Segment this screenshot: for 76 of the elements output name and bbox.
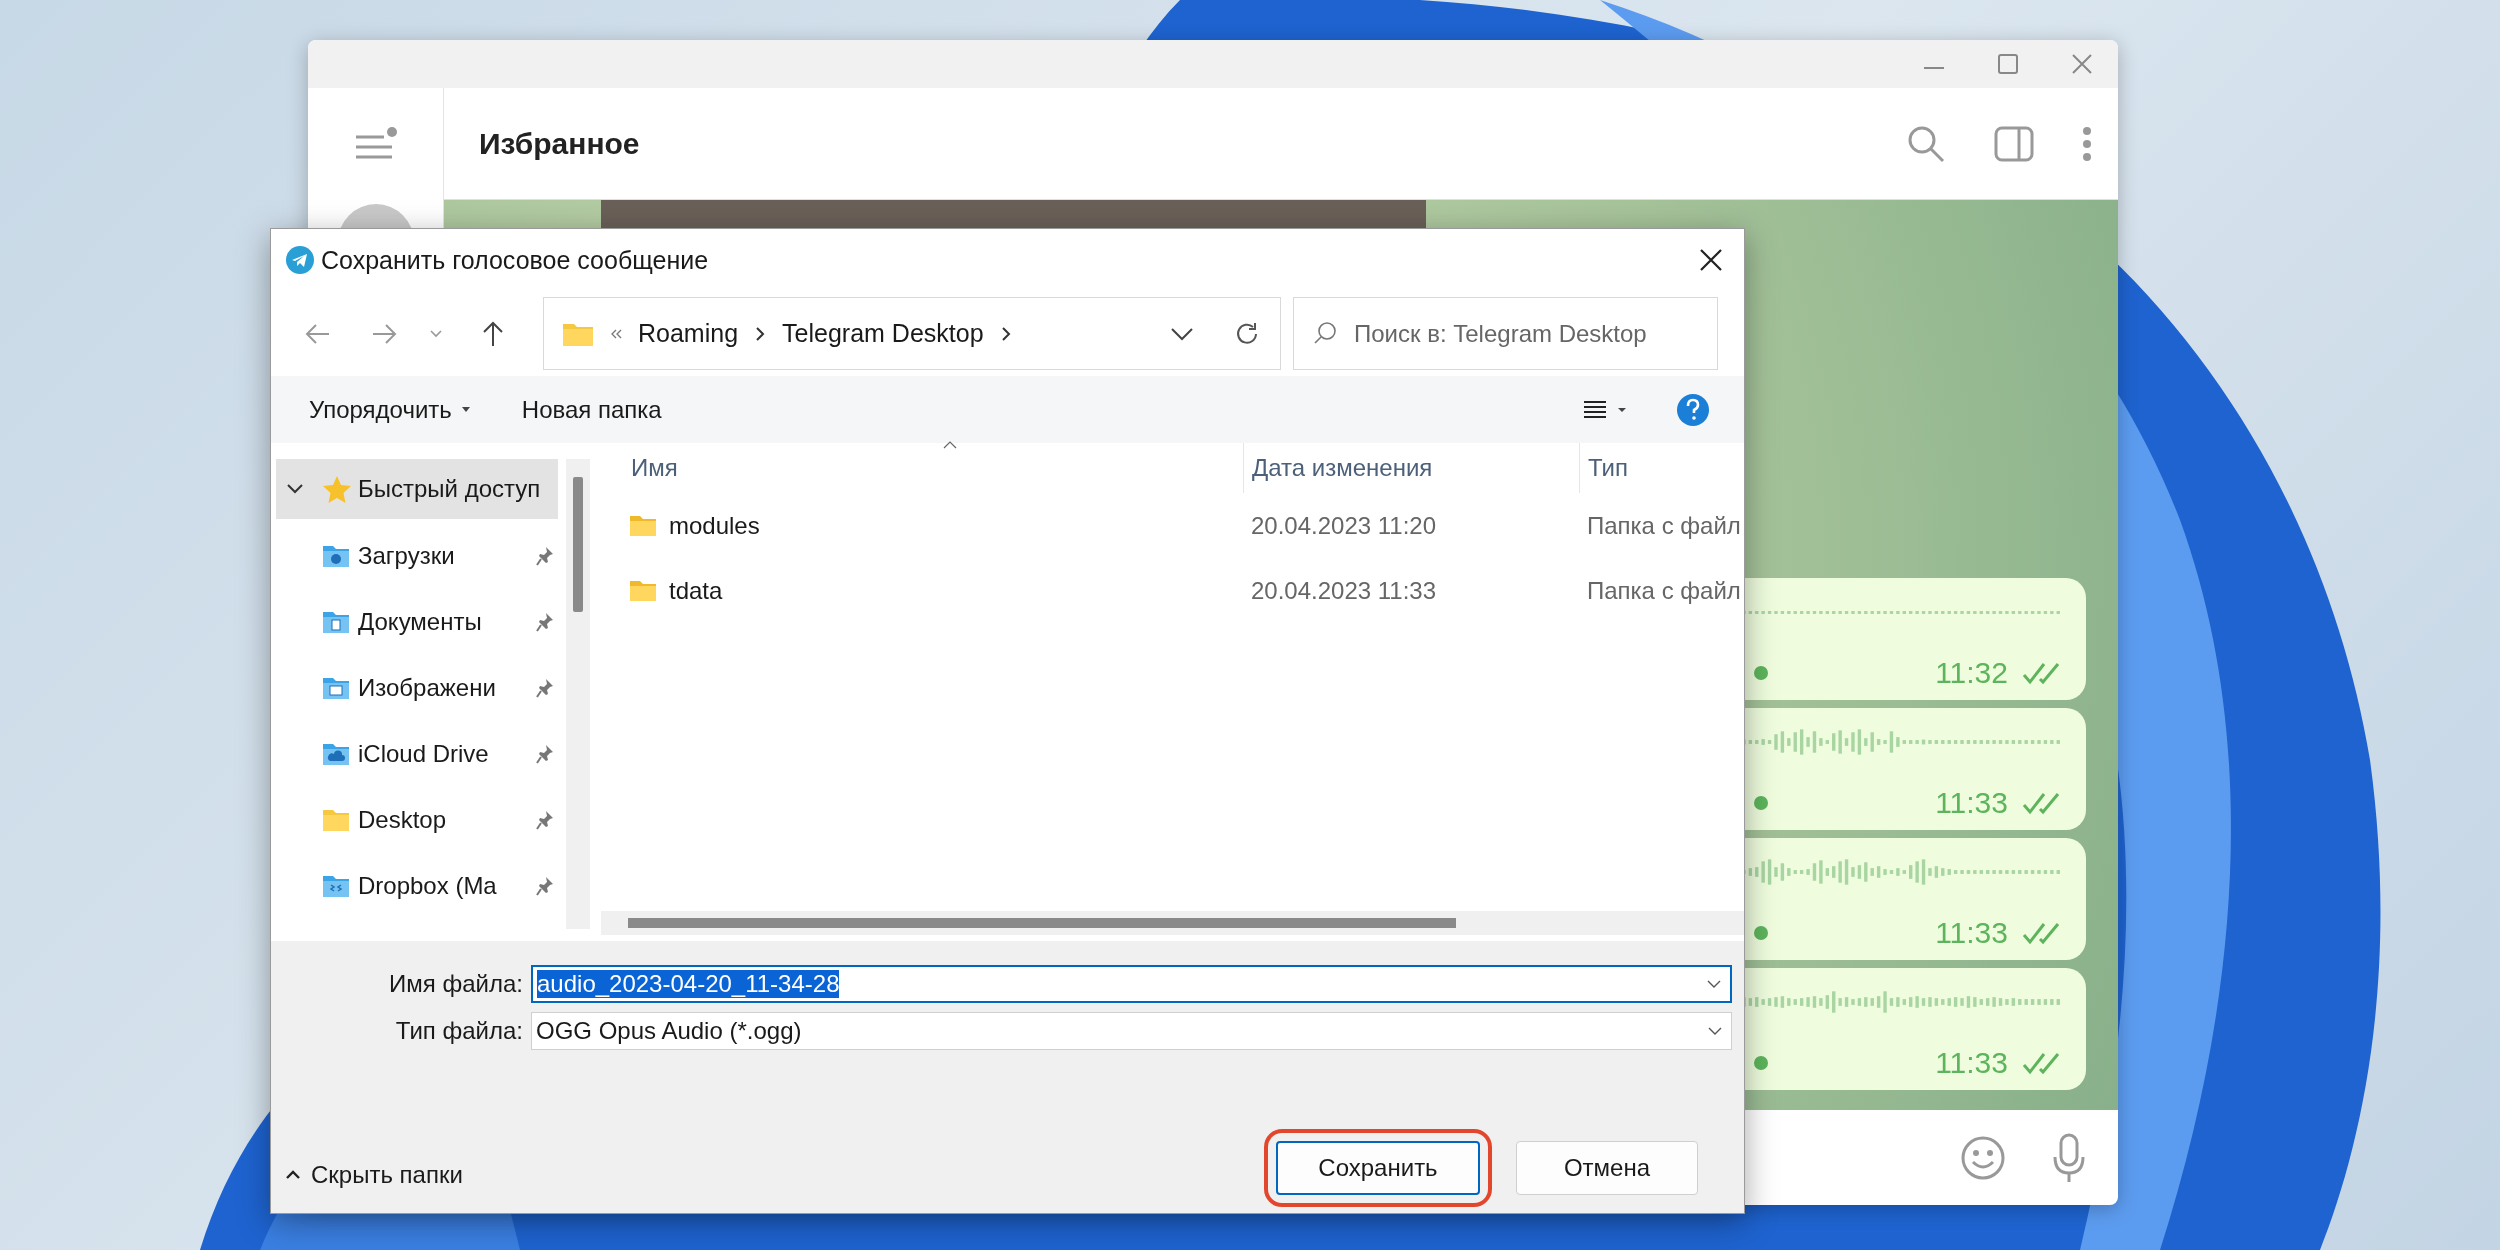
save-button[interactable]: Сохранить [1276,1141,1480,1195]
up-arrow-icon[interactable] [481,320,505,347]
navigation-item[interactable]: iCloud Drive [276,721,558,787]
file-row[interactable]: modules 20.04.2023 11:20 Папка с файл [601,493,1744,558]
microphone-icon[interactable] [2052,1132,2086,1183]
chevron-right-icon[interactable] [754,325,767,342]
search-field[interactable]: Поиск в: Telegram Desktop [1293,297,1718,370]
chevron-up-icon [285,1170,301,1180]
search-icon [1313,321,1337,345]
folder-icon [322,676,350,700]
navigation-item[interactable]: Desktop [276,787,558,853]
scrollbar[interactable] [601,911,1744,935]
file-type-dropdown[interactable]: OGG Opus Audio (*.ogg) [531,1012,1732,1050]
folder-icon [322,544,350,568]
toolbar-button[interactable]: Упорядочить [293,387,486,432]
pin-icon[interactable] [536,678,554,698]
sort-caret-icon [943,441,957,449]
emoji-icon[interactable] [1960,1134,2006,1181]
message-time: 11:33 [1935,1046,2008,1080]
hide-folders-button[interactable]: Скрыть папки [271,1161,463,1195]
view-options-icon[interactable] [1582,399,1628,420]
message-time: 11:32 [1935,656,2008,690]
pin-icon[interactable] [536,876,554,896]
folder-icon [322,874,350,898]
refresh-icon[interactable] [1234,320,1260,347]
double-chevron-icon [610,327,622,340]
file-name-field[interactable]: audio_2023-04-20_11-34-28 [531,965,1732,1003]
unplayed-dot [1754,796,1768,810]
chevron-down-icon[interactable] [1706,979,1722,989]
pin-icon[interactable] [536,744,554,764]
navigation-item[interactable]: Быстрый доступ [276,459,558,519]
chevron-down-icon[interactable] [1170,326,1194,341]
column-header[interactable]: Дата изменения [1243,443,1579,493]
dialog-title: Сохранить голосовое сообщение [321,245,710,275]
breadcrumb-item[interactable]: Roaming [638,319,739,348]
telegram-logo-icon [285,245,315,275]
more-icon[interactable] [2082,125,2092,162]
folder-icon [629,514,657,537]
folder-icon [322,610,350,634]
field-label: Тип файла: [394,1017,523,1045]
back-arrow-icon[interactable] [305,321,331,346]
caret-icon [461,407,470,412]
navigation-item[interactable]: Загрузки [276,523,558,589]
pin-icon[interactable] [536,612,554,632]
sidebar-icon[interactable] [1994,125,2034,162]
navigation-item[interactable]: Изображени [276,655,558,721]
folder-icon [629,579,657,602]
chevron-right-icon[interactable] [999,325,1012,342]
address-bar[interactable]: Roaming Telegram Desktop [543,297,1281,370]
star-icon [322,475,352,503]
scrollbar[interactable] [566,459,590,929]
field-label: Имя файла: [388,970,523,998]
pin-icon[interactable] [536,546,554,566]
folder-icon [322,808,350,832]
message-time: 11:33 [1935,786,2008,820]
unplayed-dot [1754,926,1768,940]
unplayed-dot [1754,1056,1768,1070]
unplayed-dot [1754,666,1768,680]
menu-icon[interactable] [353,127,398,161]
pin-icon[interactable] [536,810,554,830]
breadcrumb-item[interactable]: Telegram Desktop [782,319,984,348]
close-icon[interactable] [1698,247,1724,273]
help-icon[interactable] [1676,392,1710,427]
chevron-down-icon[interactable] [1707,1026,1723,1036]
maximize-icon[interactable] [1996,52,2020,76]
chat-title: Избранное [479,126,641,161]
chevron-down-icon[interactable] [286,483,304,495]
column-header[interactable]: Тип [1579,443,1628,493]
folder-icon [322,742,350,766]
navigation-item[interactable]: Dropbox (Ma [276,853,558,919]
navigation-item[interactable]: Документы [276,589,558,655]
forward-arrow-icon[interactable] [371,321,397,346]
toolbar-button[interactable]: Новая папка [505,387,678,432]
message-time: 11:33 [1935,916,2008,950]
cancel-button[interactable]: Отмена [1516,1141,1698,1195]
column-header[interactable]: Имя [601,443,1243,493]
